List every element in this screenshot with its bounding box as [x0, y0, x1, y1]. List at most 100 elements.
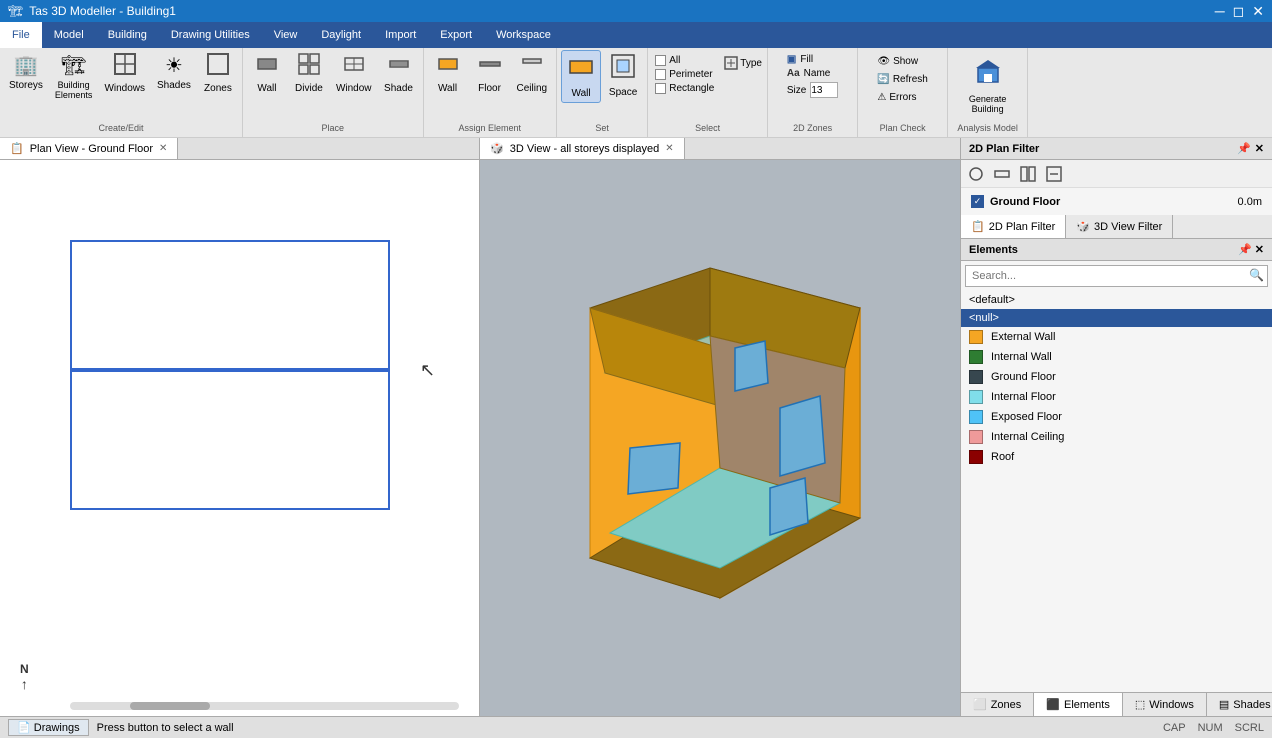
select-label: Select [691, 121, 724, 135]
menu-building[interactable]: Building [96, 22, 159, 48]
building-elements-button[interactable]: 🏗 BuildingElements [50, 50, 98, 103]
set-buttons: Wall Space [561, 50, 643, 121]
panel-close-icon[interactable]: ✕ [1255, 142, 1264, 155]
wall-place-button[interactable]: Wall [247, 50, 287, 97]
threed-view-tab[interactable]: 🎲 3D View - all storeys displayed ✕ [480, 138, 685, 159]
shades-button[interactable]: ☀ Shades [152, 50, 196, 94]
minimize-button[interactable]: ─ [1215, 3, 1225, 20]
element-internal-floor[interactable]: Internal Floor [961, 387, 1272, 407]
tab-shades[interactable]: ▤ Shades [1207, 693, 1272, 716]
building-elements-icon: 🏗 [61, 53, 86, 78]
select-all[interactable]: All [653, 54, 716, 67]
space-set-button[interactable]: Space [603, 50, 643, 101]
generate-building-button[interactable]: GenerateBuilding [958, 55, 1018, 117]
threed-canvas[interactable] [480, 160, 960, 716]
elements-panel-close-icon[interactable]: ✕ [1255, 244, 1264, 256]
internal-wall-swatch [969, 350, 983, 364]
drawings-tab[interactable]: 📄 Drawings [8, 719, 89, 736]
restore-button[interactable]: ◻ [1233, 3, 1245, 20]
divide-icon [298, 53, 320, 81]
set-label: Set [591, 121, 613, 135]
menu-view[interactable]: View [262, 22, 310, 48]
element-exposed-floor[interactable]: Exposed Floor [961, 407, 1272, 427]
filter-tool-2[interactable] [991, 163, 1013, 185]
space-set-icon [610, 53, 636, 85]
filter-tool-3[interactable] [1017, 163, 1039, 185]
menu-model[interactable]: Model [42, 22, 96, 48]
ground-floor-item[interactable]: ✓ Ground Floor 0.0m [965, 192, 1268, 211]
plan-view-tab-icon: 📋 [10, 142, 24, 155]
exposed-floor-swatch [969, 410, 983, 424]
tab-2d-plan-filter[interactable]: 📋 2D Plan Filter [961, 215, 1066, 238]
right-panel: 2D Plan Filter 📌 ✕ ✓ G [960, 138, 1272, 716]
windows-button[interactable]: Windows [99, 50, 150, 97]
shade-place-button[interactable]: Shade [379, 50, 419, 97]
element-internal-ceiling[interactable]: Internal Ceiling [961, 427, 1272, 447]
menu-workspace[interactable]: Workspace [484, 22, 563, 48]
elements-panel-pin-icon[interactable]: 📌 [1238, 244, 1252, 256]
roof-swatch [969, 450, 983, 464]
menu-daylight[interactable]: Daylight [309, 22, 373, 48]
show-button[interactable]: 👁 Show [873, 54, 931, 69]
close-button[interactable]: ✕ [1252, 3, 1264, 20]
ground-floor-checkbox[interactable]: ✓ [971, 195, 984, 208]
menu-drawing-utilities[interactable]: Drawing Utilities [159, 22, 262, 48]
cap-indicator: CAP [1163, 722, 1186, 734]
cursor-arrow: ↖ [420, 360, 435, 381]
menu-file[interactable]: File [0, 22, 42, 48]
select-perimeter[interactable]: Perimeter [653, 68, 716, 81]
tab-3d-view-filter[interactable]: 🎲 3D View Filter [1066, 215, 1173, 238]
filter-tool-4[interactable] [1043, 163, 1065, 185]
name-row[interactable]: Aa Name [787, 68, 838, 79]
elements-panel-controls[interactable]: 📌 ✕ [1238, 243, 1264, 256]
wall-set-button[interactable]: Wall [561, 50, 601, 103]
tab-zones[interactable]: ⬜ Zones [961, 693, 1034, 716]
plan-scrollbar-h[interactable] [70, 702, 459, 710]
fill-row[interactable]: ▣ Fill [787, 54, 838, 65]
search-input[interactable] [965, 265, 1268, 287]
floor-assign-button[interactable]: Floor [470, 50, 510, 97]
divide-button[interactable]: Divide [289, 50, 329, 97]
elements-panel: Elements 📌 ✕ 🔍 <default> <null> [961, 239, 1272, 716]
status-message: Press button to select a wall [97, 722, 234, 734]
refresh-button[interactable]: 🔄 Refresh [873, 72, 931, 87]
size-input[interactable] [810, 82, 838, 98]
search-box[interactable]: 🔍 [965, 265, 1268, 287]
plan-scrollbar-thumb-h[interactable] [130, 702, 210, 710]
search-icon: 🔍 [1249, 268, 1264, 282]
element-null[interactable]: <null> [961, 309, 1272, 327]
fill-icon: ▣ [787, 54, 796, 65]
element-external-wall[interactable]: External Wall [961, 327, 1272, 347]
plan-view-tab[interactable]: 📋 Plan View - Ground Floor ✕ [0, 138, 178, 159]
panel-controls[interactable]: 📌 ✕ [1237, 142, 1264, 155]
select-rectangle[interactable]: Rectangle [653, 82, 716, 95]
element-roof[interactable]: Roof [961, 447, 1272, 467]
title-controls[interactable]: ─ ◻ ✕ [1215, 3, 1264, 20]
errors-button[interactable]: ⚠ Errors [873, 90, 931, 105]
shades-tab-icon: ▤ [1219, 698, 1229, 711]
filter-tool-1[interactable] [965, 163, 987, 185]
window-place-button[interactable]: Window [331, 50, 377, 97]
menu-export[interactable]: Export [428, 22, 484, 48]
element-ground-floor[interactable]: Ground Floor [961, 367, 1272, 387]
panel-pin-icon[interactable]: 📌 [1237, 142, 1251, 155]
generate-building-icon [974, 58, 1002, 92]
plan-check-label: Plan Check [876, 121, 930, 135]
select-checkboxes: All Perimeter Rectangle [653, 54, 716, 95]
ceiling-assign-button[interactable]: Ceiling [512, 50, 553, 97]
menu-import[interactable]: Import [373, 22, 428, 48]
storeys-button[interactable]: 🏢 Storeys [4, 50, 48, 94]
element-default[interactable]: <default> [961, 291, 1272, 309]
threed-view-close[interactable]: ✕ [665, 143, 673, 154]
plan-canvas[interactable]: N ↑ ↖ [0, 160, 479, 716]
wall-assign-button[interactable]: Wall [428, 50, 468, 97]
plan-view-tab-label: Plan View - Ground Floor [30, 143, 153, 155]
plan-view-close[interactable]: ✕ [159, 143, 167, 154]
tab-elements[interactable]: ⬛ Elements [1034, 693, 1123, 716]
rectangle-checkbox[interactable] [655, 83, 666, 94]
zones-button[interactable]: Zones [198, 50, 238, 97]
tab-windows[interactable]: ⬚ Windows [1123, 693, 1207, 716]
all-checkbox[interactable] [655, 55, 666, 66]
perimeter-checkbox[interactable] [655, 69, 666, 80]
element-internal-wall[interactable]: Internal Wall [961, 347, 1272, 367]
